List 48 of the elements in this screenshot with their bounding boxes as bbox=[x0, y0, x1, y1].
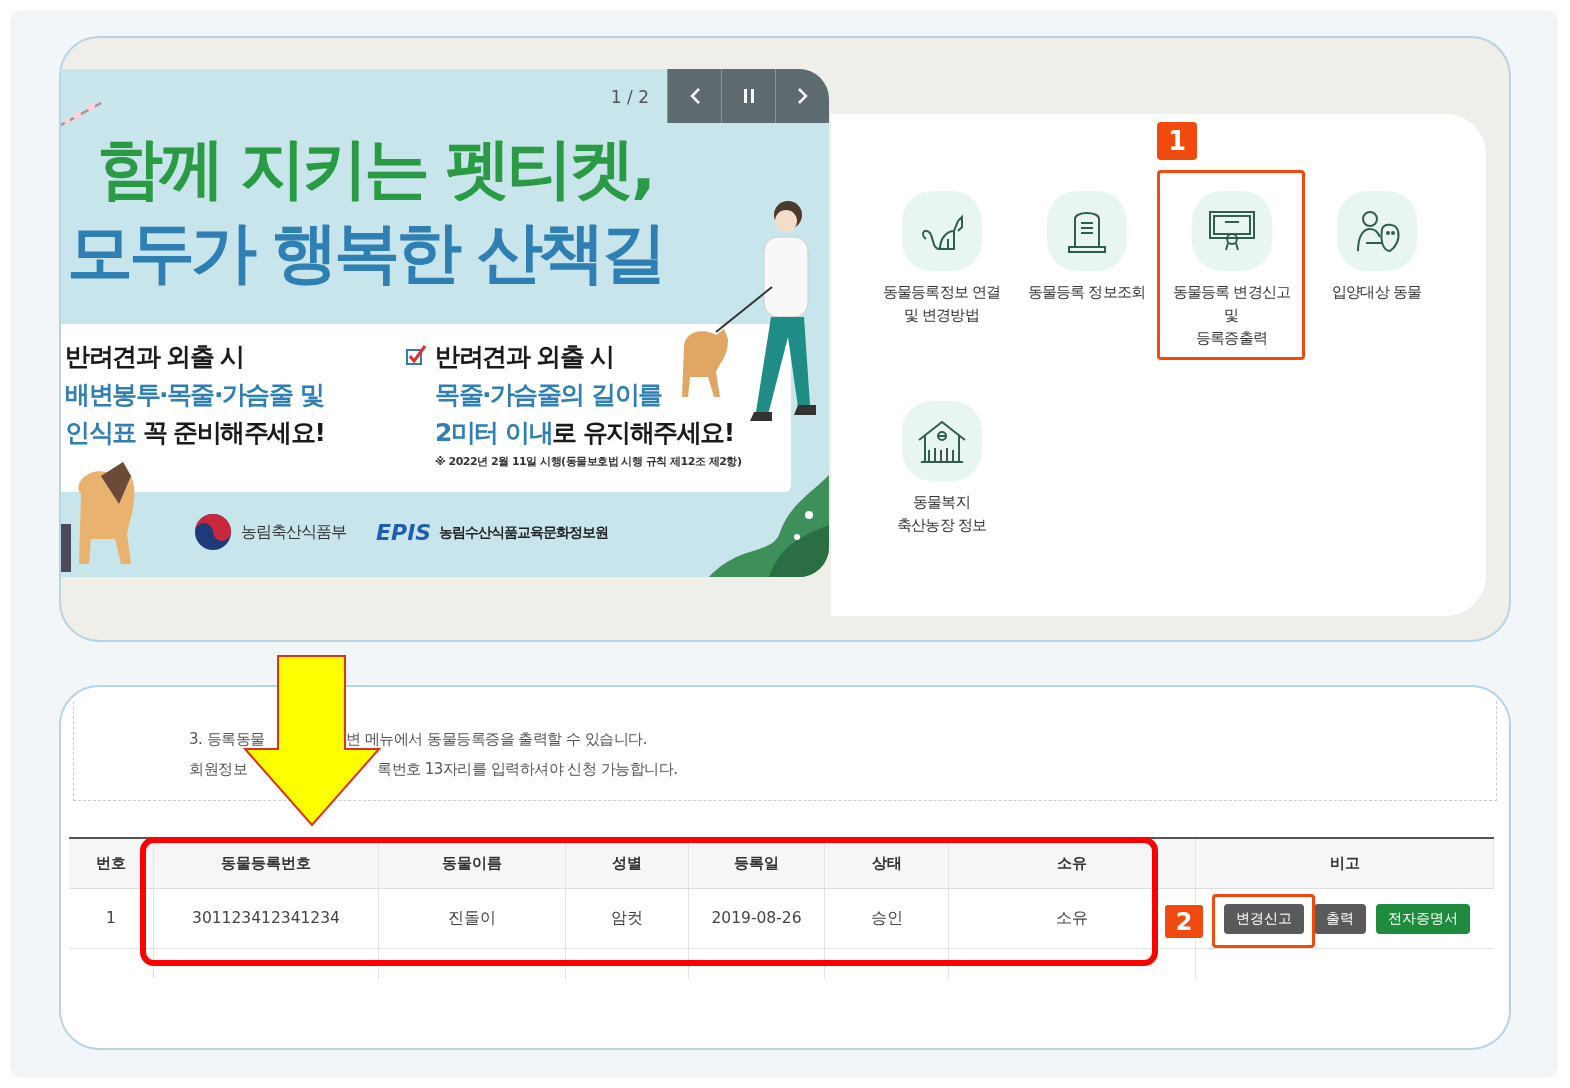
chevron-left-icon bbox=[688, 87, 701, 105]
step-badge: 2 bbox=[1165, 905, 1203, 938]
action-button[interactable]: 출력 bbox=[1314, 903, 1366, 934]
table-cell: 암컷 bbox=[566, 889, 689, 948]
menu-item[interactable]: 동물등록 변경신고 및 등록증출력 bbox=[1159, 191, 1304, 359]
chevron-right-icon bbox=[796, 87, 809, 105]
banner-text: 2미터 이내로 유지해주세요! bbox=[435, 417, 735, 449]
table-cell: 승인 bbox=[825, 889, 949, 948]
banner-headline: 함께 지키는 펫티켓, bbox=[96, 129, 654, 209]
banner-headline: 모두가 행복한 산책길 bbox=[67, 213, 664, 293]
column-header: 동물이름 bbox=[379, 839, 566, 888]
notice-text: 회원정보 bbox=[189, 759, 248, 780]
banner-text: 반려견과 외출 시 bbox=[435, 341, 615, 373]
banner-text: 인식표 꼭 준비해주세요! bbox=[65, 417, 325, 449]
pause-icon bbox=[742, 88, 755, 104]
menu-item[interactable]: 동물등록 정보조회 bbox=[1014, 191, 1159, 359]
next-button[interactable] bbox=[775, 69, 829, 123]
menu-item[interactable]: 동물복지 축산농장 정보 bbox=[869, 401, 1014, 569]
column-header: 소유 bbox=[949, 839, 1196, 888]
column-header: 성별 bbox=[566, 839, 689, 888]
banner-text: 배변봉투·목줄·가슴줄 및 bbox=[65, 379, 325, 411]
column-header: 번호 bbox=[69, 839, 154, 888]
table-cell: 1 bbox=[69, 889, 154, 948]
institute-name: 농림수산식품교육문화정보원 bbox=[439, 522, 609, 542]
table-cell: 301123412341234 bbox=[154, 889, 379, 948]
taegeuk-logo-icon bbox=[193, 512, 233, 552]
banner-text: 반려견과 외출 시 bbox=[65, 341, 245, 373]
menu-item[interactable]: 동물등록정보 연결 및 변경방법 bbox=[869, 191, 1014, 359]
epis-logo: EPIS bbox=[376, 518, 432, 547]
action-button[interactable]: 변경신고 bbox=[1224, 903, 1304, 934]
step-badge: 1 bbox=[1157, 122, 1197, 160]
column-header: 등록일 bbox=[689, 839, 825, 888]
notice-text: 변 메뉴에서 동물등록증을 출력할 수 있습니다. bbox=[346, 729, 648, 750]
column-header: 비고 bbox=[1196, 839, 1494, 888]
menu-item[interactable]: 입양대상 동물 bbox=[1304, 191, 1449, 359]
slide-counter: 1 / 2 bbox=[610, 86, 649, 109]
banner-text: 목줄·가슴줄의 길이를 bbox=[435, 379, 663, 411]
checkbox-checked-icon bbox=[405, 344, 427, 366]
notice-text: 3. 등록동물 bbox=[189, 729, 266, 750]
column-header: 상태 bbox=[825, 839, 949, 888]
table-cell: 2019-08-26 bbox=[689, 889, 825, 948]
action-button[interactable]: 전자증명서 bbox=[1376, 903, 1470, 934]
column-header: 동물등록번호 bbox=[154, 839, 379, 888]
table-cell: 진돌이 bbox=[379, 889, 566, 948]
ministry-name: 농림축산식품부 bbox=[241, 521, 346, 543]
banner-footnote: ※ 2022년 2월 11일 시행(동물보호법 시행 규칙 제12조 제2항) bbox=[435, 454, 742, 470]
notice-text: 록번호 13자리를 입력하셔야 신청 가능합니다. bbox=[377, 759, 678, 780]
pause-button[interactable] bbox=[721, 69, 775, 123]
